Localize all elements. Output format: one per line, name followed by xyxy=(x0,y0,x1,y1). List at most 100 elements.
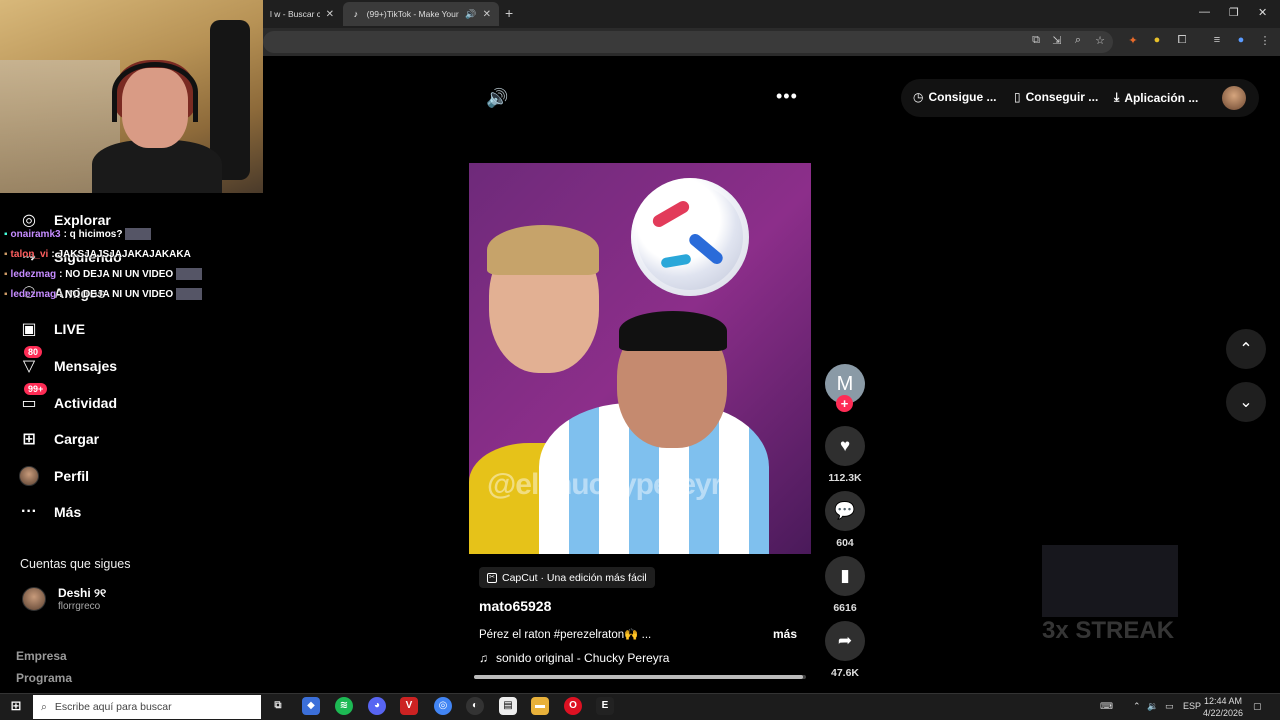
more-description-button[interactable]: más xyxy=(773,627,797,641)
activity-badge: 99+ xyxy=(24,383,48,395)
spotify-icon[interactable]: ≋ xyxy=(335,697,353,715)
video-author[interactable]: mato65928 xyxy=(479,598,551,614)
translate-icon[interactable]: ⧉ xyxy=(1029,34,1043,47)
share-button[interactable]: ➦ xyxy=(825,621,865,661)
app-icon[interactable]: ▤ xyxy=(499,697,517,715)
stream-chat-overlay: ▪ onairamk3 : q hicimos? ▪ talon_vi : JA… xyxy=(4,224,234,304)
media-control-icon[interactable]: ≡ xyxy=(1210,34,1224,46)
video-progress-bar[interactable] xyxy=(474,675,806,679)
volume-icon[interactable]: 🔊 xyxy=(486,88,508,109)
extensions-puzzle-icon[interactable]: ⧠ xyxy=(1175,34,1189,47)
webcam-overlay xyxy=(0,0,263,193)
next-video-button[interactable]: ⌄ xyxy=(1226,382,1266,422)
following-section-title: Cuentas que sigues xyxy=(20,557,131,571)
comment-button[interactable]: 💬 xyxy=(825,491,865,531)
voicemod-icon[interactable]: V xyxy=(400,697,418,715)
footer-link-programa[interactable]: Programa xyxy=(16,671,72,685)
live-icon: ▣ xyxy=(21,321,37,338)
keyboard-icon[interactable]: ⌨ xyxy=(1100,701,1113,712)
video-description: Pérez el raton #perezelraton🙌 ... xyxy=(479,629,652,641)
install-icon[interactable]: ⇲ xyxy=(1050,34,1064,47)
music-link[interactable]: ♫ sonido original - Chucky Pereyra xyxy=(479,651,669,665)
tray-expand-icon[interactable]: ⌃ xyxy=(1133,701,1141,712)
file-explorer-icon[interactable]: ▬ xyxy=(531,697,549,715)
download-app-button[interactable]: ⤓ Aplicación ... xyxy=(1114,90,1198,105)
account-handle: florrgreco xyxy=(58,601,101,612)
save-count: 6616 xyxy=(833,602,857,614)
tab-search[interactable]: l w - Buscar con ✕ xyxy=(262,2,342,26)
video-player[interactable]: @elchuckypereyra xyxy=(469,163,811,554)
more-icon: ··· xyxy=(21,503,37,520)
extension-icon[interactable]: ✦ xyxy=(1126,34,1140,47)
sidebar-item-cargar[interactable]: ⊞ Cargar xyxy=(18,425,99,453)
extension-icon[interactable]: ● xyxy=(1150,34,1164,46)
sidebar-item-mas[interactable]: ··· Más xyxy=(18,498,81,526)
profile-icon[interactable]: ● xyxy=(1234,34,1248,46)
heart-icon: ♥ xyxy=(839,436,851,455)
tab-title: (99+)TikTok - Make Your Da xyxy=(366,9,460,19)
comment-icon: 💬 xyxy=(834,501,856,520)
get-app-button[interactable]: ▯ Conseguir ... xyxy=(1014,90,1098,104)
video-player1-hair xyxy=(487,225,599,275)
bookmark-star-icon[interactable]: ☆ xyxy=(1093,34,1107,47)
close-tab-icon[interactable]: ✕ xyxy=(483,9,491,20)
obs-icon[interactable]: ◐ xyxy=(466,697,484,715)
follow-plus-icon[interactable]: + xyxy=(836,395,853,412)
emote-icon xyxy=(176,288,203,300)
streak-text: 3x STREAK xyxy=(1042,617,1175,644)
volume-tray-icon[interactable]: 🔉 xyxy=(1147,701,1158,712)
emote-icon xyxy=(125,228,152,240)
chat-user: onairamk3 xyxy=(10,228,61,240)
sidebar-item-mensajes[interactable]: ▽ 80 Mensajes xyxy=(18,346,118,380)
chrome-icon[interactable]: ◎ xyxy=(434,697,452,715)
minimize-icon[interactable]: — xyxy=(1199,6,1210,18)
zoom-icon[interactable]: ⌕ xyxy=(1071,34,1085,47)
avatar xyxy=(19,466,39,486)
address-bar[interactable] xyxy=(263,31,1113,53)
new-tab-button[interactable]: + xyxy=(505,5,513,21)
system-clock[interactable]: 12:44 AM 4/22/2026 xyxy=(1203,695,1243,719)
epic-games-icon[interactable]: E xyxy=(596,697,614,715)
audio-icon[interactable]: 🔊 xyxy=(465,9,476,20)
webcam-headset xyxy=(112,62,198,122)
restore-icon[interactable]: ❐ xyxy=(1229,6,1239,19)
tab-tiktok[interactable]: ♪ (99+)TikTok - Make Your Da 🔊 ✕ xyxy=(343,2,499,26)
sidebar-item-label: LIVE xyxy=(54,321,86,337)
get-coins-button[interactable]: ◷ Consigue ... xyxy=(913,90,997,104)
discord-icon[interactable]: ◕ xyxy=(368,697,386,715)
avatar[interactable] xyxy=(1222,86,1246,110)
chat-user: ledezmag xyxy=(10,288,57,300)
more-options-icon[interactable]: ••• xyxy=(776,86,798,107)
ball-stripe xyxy=(686,231,726,267)
task-view-icon[interactable]: ⧉ xyxy=(269,697,287,715)
opera-icon[interactable]: O xyxy=(564,697,582,715)
close-tab-icon[interactable]: ✕ xyxy=(326,9,334,20)
previous-video-button[interactable]: ⌃ xyxy=(1226,329,1266,369)
chat-message: ▪ talon_vi : JAKSJAJSJAJAKAJAKAKA xyxy=(4,244,234,264)
windows-start-icon[interactable]: ⊞ xyxy=(7,697,25,715)
save-button[interactable]: ▮ xyxy=(825,556,865,596)
button-label: Aplicación ... xyxy=(1124,90,1199,105)
taskbar-search[interactable]: ⌕ Escribe aquí para buscar xyxy=(33,695,261,719)
following-account[interactable]: Deshi ୨୧ florrgreco xyxy=(22,586,106,612)
close-window-icon[interactable]: ✕ xyxy=(1258,6,1267,19)
sidebar-item-label: Mensajes xyxy=(54,358,118,374)
language-indicator[interactable]: ESP xyxy=(1183,701,1201,711)
search-icon: ⌕ xyxy=(41,700,47,713)
ball-stripe xyxy=(660,253,692,269)
menu-icon[interactable]: ⋮ xyxy=(1258,34,1272,47)
tiktok-icon: ♪ xyxy=(353,9,359,19)
network-icon[interactable]: ▭ xyxy=(1165,701,1174,712)
copilot-icon[interactable]: ◆ xyxy=(302,697,320,715)
sidebar-item-actividad[interactable]: ▭ 99+ Actividad xyxy=(18,383,117,417)
notification-icon[interactable]: ▢ xyxy=(1253,701,1262,712)
capcut-link[interactable]: ✂ CapCut · Una edición más fácil xyxy=(479,567,655,588)
sidebar-item-perfil[interactable]: Perfil xyxy=(18,462,89,490)
music-note-icon: ♫ xyxy=(479,651,488,665)
ball-stripe xyxy=(650,198,692,230)
sidebar-item-live[interactable]: ▣ LIVE xyxy=(18,315,85,343)
footer-link-empresa[interactable]: Empresa xyxy=(16,649,67,663)
capcut-icon: ✂ xyxy=(487,572,497,583)
soccer-ball xyxy=(631,178,749,296)
like-button[interactable]: ♥ xyxy=(825,426,865,466)
